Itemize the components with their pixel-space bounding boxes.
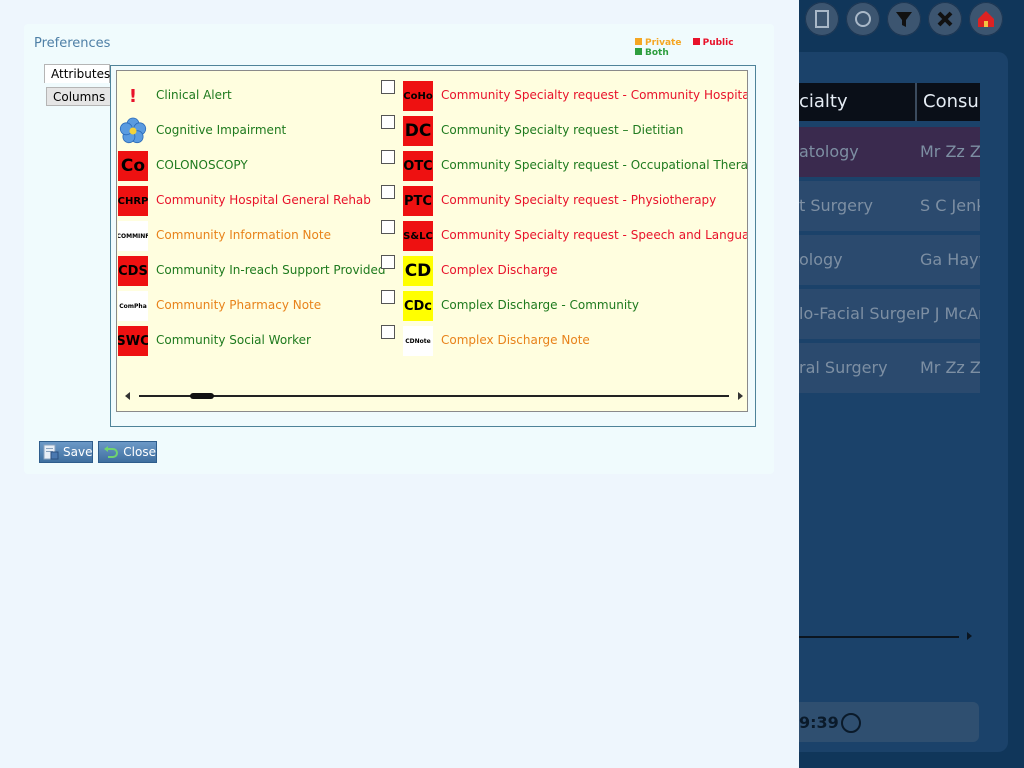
attribute-label: Community Specialty request – Dietitian: [441, 123, 684, 137]
clear-filter-icon[interactable]: [928, 2, 962, 36]
bg-grid-header: cialty Consult: [799, 83, 980, 121]
scope-legend: Private Public Both: [627, 38, 774, 58]
close-button-label: Close: [123, 445, 156, 459]
settings-icon[interactable]: [846, 2, 880, 36]
bg-header-consultant[interactable]: Consult: [923, 91, 980, 112]
bg-table-row[interactable]: t Surgery S C Jenk: [799, 181, 980, 231]
attribute-checkbox[interactable]: [381, 185, 395, 199]
attribute-checkbox[interactable]: [381, 150, 395, 164]
attribute-checkbox[interactable]: [381, 80, 395, 94]
attribute-badge-icon: CDc: [403, 291, 433, 321]
attribute-label: Complex Discharge: [441, 263, 558, 277]
clinical-alert-icon: !: [118, 81, 148, 111]
attribute-badge-icon: ComPha: [118, 291, 148, 321]
legend-public-swatch: [692, 38, 700, 45]
legend-both-label: Both: [645, 48, 669, 58]
filter-icon[interactable]: [887, 2, 921, 36]
save-button-label: Save: [63, 445, 93, 459]
attribute-label: Community Specialty request - Occupation…: [441, 158, 748, 172]
bg-cell-consultant: Ga Hayw: [920, 250, 980, 269]
bg-cell-specialty: ology: [799, 250, 843, 269]
background-app: cialty Consult atology Mr Zz Zz t Surgery S…: [799, 0, 1024, 768]
attribute-label: Community Specialty request - Speech and…: [441, 228, 748, 242]
attribute-label: Community Hospital General Rehab: [156, 193, 371, 207]
attributes-panel: ! Clinical Alert Cognitive Impairment Co COL…: [110, 65, 756, 427]
doc-icon[interactable]: [805, 2, 839, 36]
attribute-label: Clinical Alert: [156, 88, 232, 102]
attribute-label: Community Specialty request - Community …: [441, 88, 748, 102]
attribute-label: COLONOSCOPY: [156, 158, 248, 172]
attribute-label: Community In-reach Support Provided: [156, 263, 386, 277]
bg-cell-specialty: ral Surgery: [799, 358, 888, 377]
legend-private: Private: [635, 38, 681, 48]
bg-scrollbar[interactable]: [799, 636, 959, 638]
attribute-label: Cognitive Impairment: [156, 123, 287, 137]
tab-attributes[interactable]: Attributes: [44, 64, 110, 83]
bg-header-specialty[interactable]: cialty: [799, 91, 915, 112]
attribute-checkbox[interactable]: [381, 115, 395, 129]
bg-cell-consultant: Mr Zz Zz: [920, 358, 980, 377]
legend-both: Both: [635, 48, 669, 58]
attribute-badge-icon: CoHo: [403, 81, 433, 111]
bg-header-divider: [915, 83, 917, 121]
legend-private-label: Private: [645, 38, 682, 48]
legend-public: Public: [692, 38, 734, 48]
legend-both-swatch: [635, 48, 642, 55]
attribute-badge-icon: COMMINF: [118, 221, 148, 251]
forget-me-not-flower-icon: [118, 116, 148, 146]
attribute-badge-icon: SWC: [118, 326, 148, 356]
bg-table-row[interactable]: ology Ga Hayw: [799, 235, 980, 285]
save-button[interactable]: Save: [39, 441, 93, 463]
attribute-badge-icon: CDNote: [403, 326, 433, 356]
attribute-label: Community Pharmacy Note: [156, 298, 322, 312]
attribute-badge-icon: CDS: [118, 256, 148, 286]
attribute-label: Community Information Note: [156, 228, 331, 242]
attribute-badge-icon: Co: [118, 151, 148, 181]
attribute-checkbox[interactable]: [381, 255, 395, 269]
bg-table-row[interactable]: lo-Facial Surgery P J McAr: [799, 289, 980, 339]
bg-cell-consultant: S C Jenk: [920, 196, 980, 215]
attribute-label: Community Specialty request - Physiother…: [441, 193, 717, 207]
bg-footer-radio[interactable]: [841, 713, 861, 733]
attribute-label: Complex Discharge Note: [441, 333, 590, 347]
horizontal-scrollbar[interactable]: [125, 390, 743, 402]
bg-table-row[interactable]: ral Surgery Mr Zz Zz: [799, 343, 980, 393]
bg-table-row[interactable]: atology Mr Zz Zz: [799, 127, 980, 177]
legend-private-swatch: [635, 38, 642, 45]
bg-footer-time: 9:39: [799, 713, 839, 732]
attribute-badge-icon: CHRP: [118, 186, 148, 216]
bg-cell-specialty: lo-Facial Surgery: [799, 304, 919, 323]
close-button[interactable]: Close: [98, 441, 157, 463]
attribute-list: ! Clinical Alert Cognitive Impairment Co COL…: [116, 70, 748, 412]
dialog-title: Preferences: [34, 36, 111, 51]
bg-cell-consultant: Mr Zz Zz: [920, 142, 980, 161]
attribute-label: Complex Discharge - Community: [441, 298, 639, 312]
scroll-track[interactable]: [139, 395, 729, 397]
attribute-checkbox[interactable]: [381, 220, 395, 234]
bg-footer: 9:39: [799, 702, 979, 742]
save-icon: [43, 443, 59, 461]
bg-cell-consultant: P J McAr: [920, 304, 980, 323]
attribute-checkbox[interactable]: [381, 325, 395, 339]
home-icon[interactable]: [969, 2, 1003, 36]
bg-cell-specialty: atology: [799, 142, 859, 161]
attribute-badge-icon: PTC: [403, 186, 433, 216]
bg-patient-list: cialty Consult atology Mr Zz Zz t Surgery S…: [799, 52, 1008, 752]
tab-columns[interactable]: Columns: [46, 87, 112, 106]
attribute-badge-icon: S&LC: [403, 221, 433, 251]
attribute-label: Community Social Worker: [156, 333, 311, 347]
scroll-left-icon[interactable]: [125, 392, 130, 400]
attribute-badge-icon: CD: [403, 256, 433, 286]
bg-scroll-right-icon[interactable]: [967, 632, 972, 640]
undo-icon: [102, 443, 119, 461]
scroll-thumb[interactable]: [190, 393, 214, 399]
attribute-badge-icon: OTC: [403, 151, 433, 181]
legend-public-label: Public: [702, 38, 734, 48]
attribute-checkbox[interactable]: [381, 290, 395, 304]
bg-toolbar: [799, 0, 1024, 40]
bg-cell-specialty: t Surgery: [799, 196, 873, 215]
attribute-badge-icon: DC: [403, 116, 433, 146]
preferences-dialog: Preferences Private Public Both Attribut…: [24, 24, 774, 474]
scroll-right-icon[interactable]: [738, 392, 743, 400]
